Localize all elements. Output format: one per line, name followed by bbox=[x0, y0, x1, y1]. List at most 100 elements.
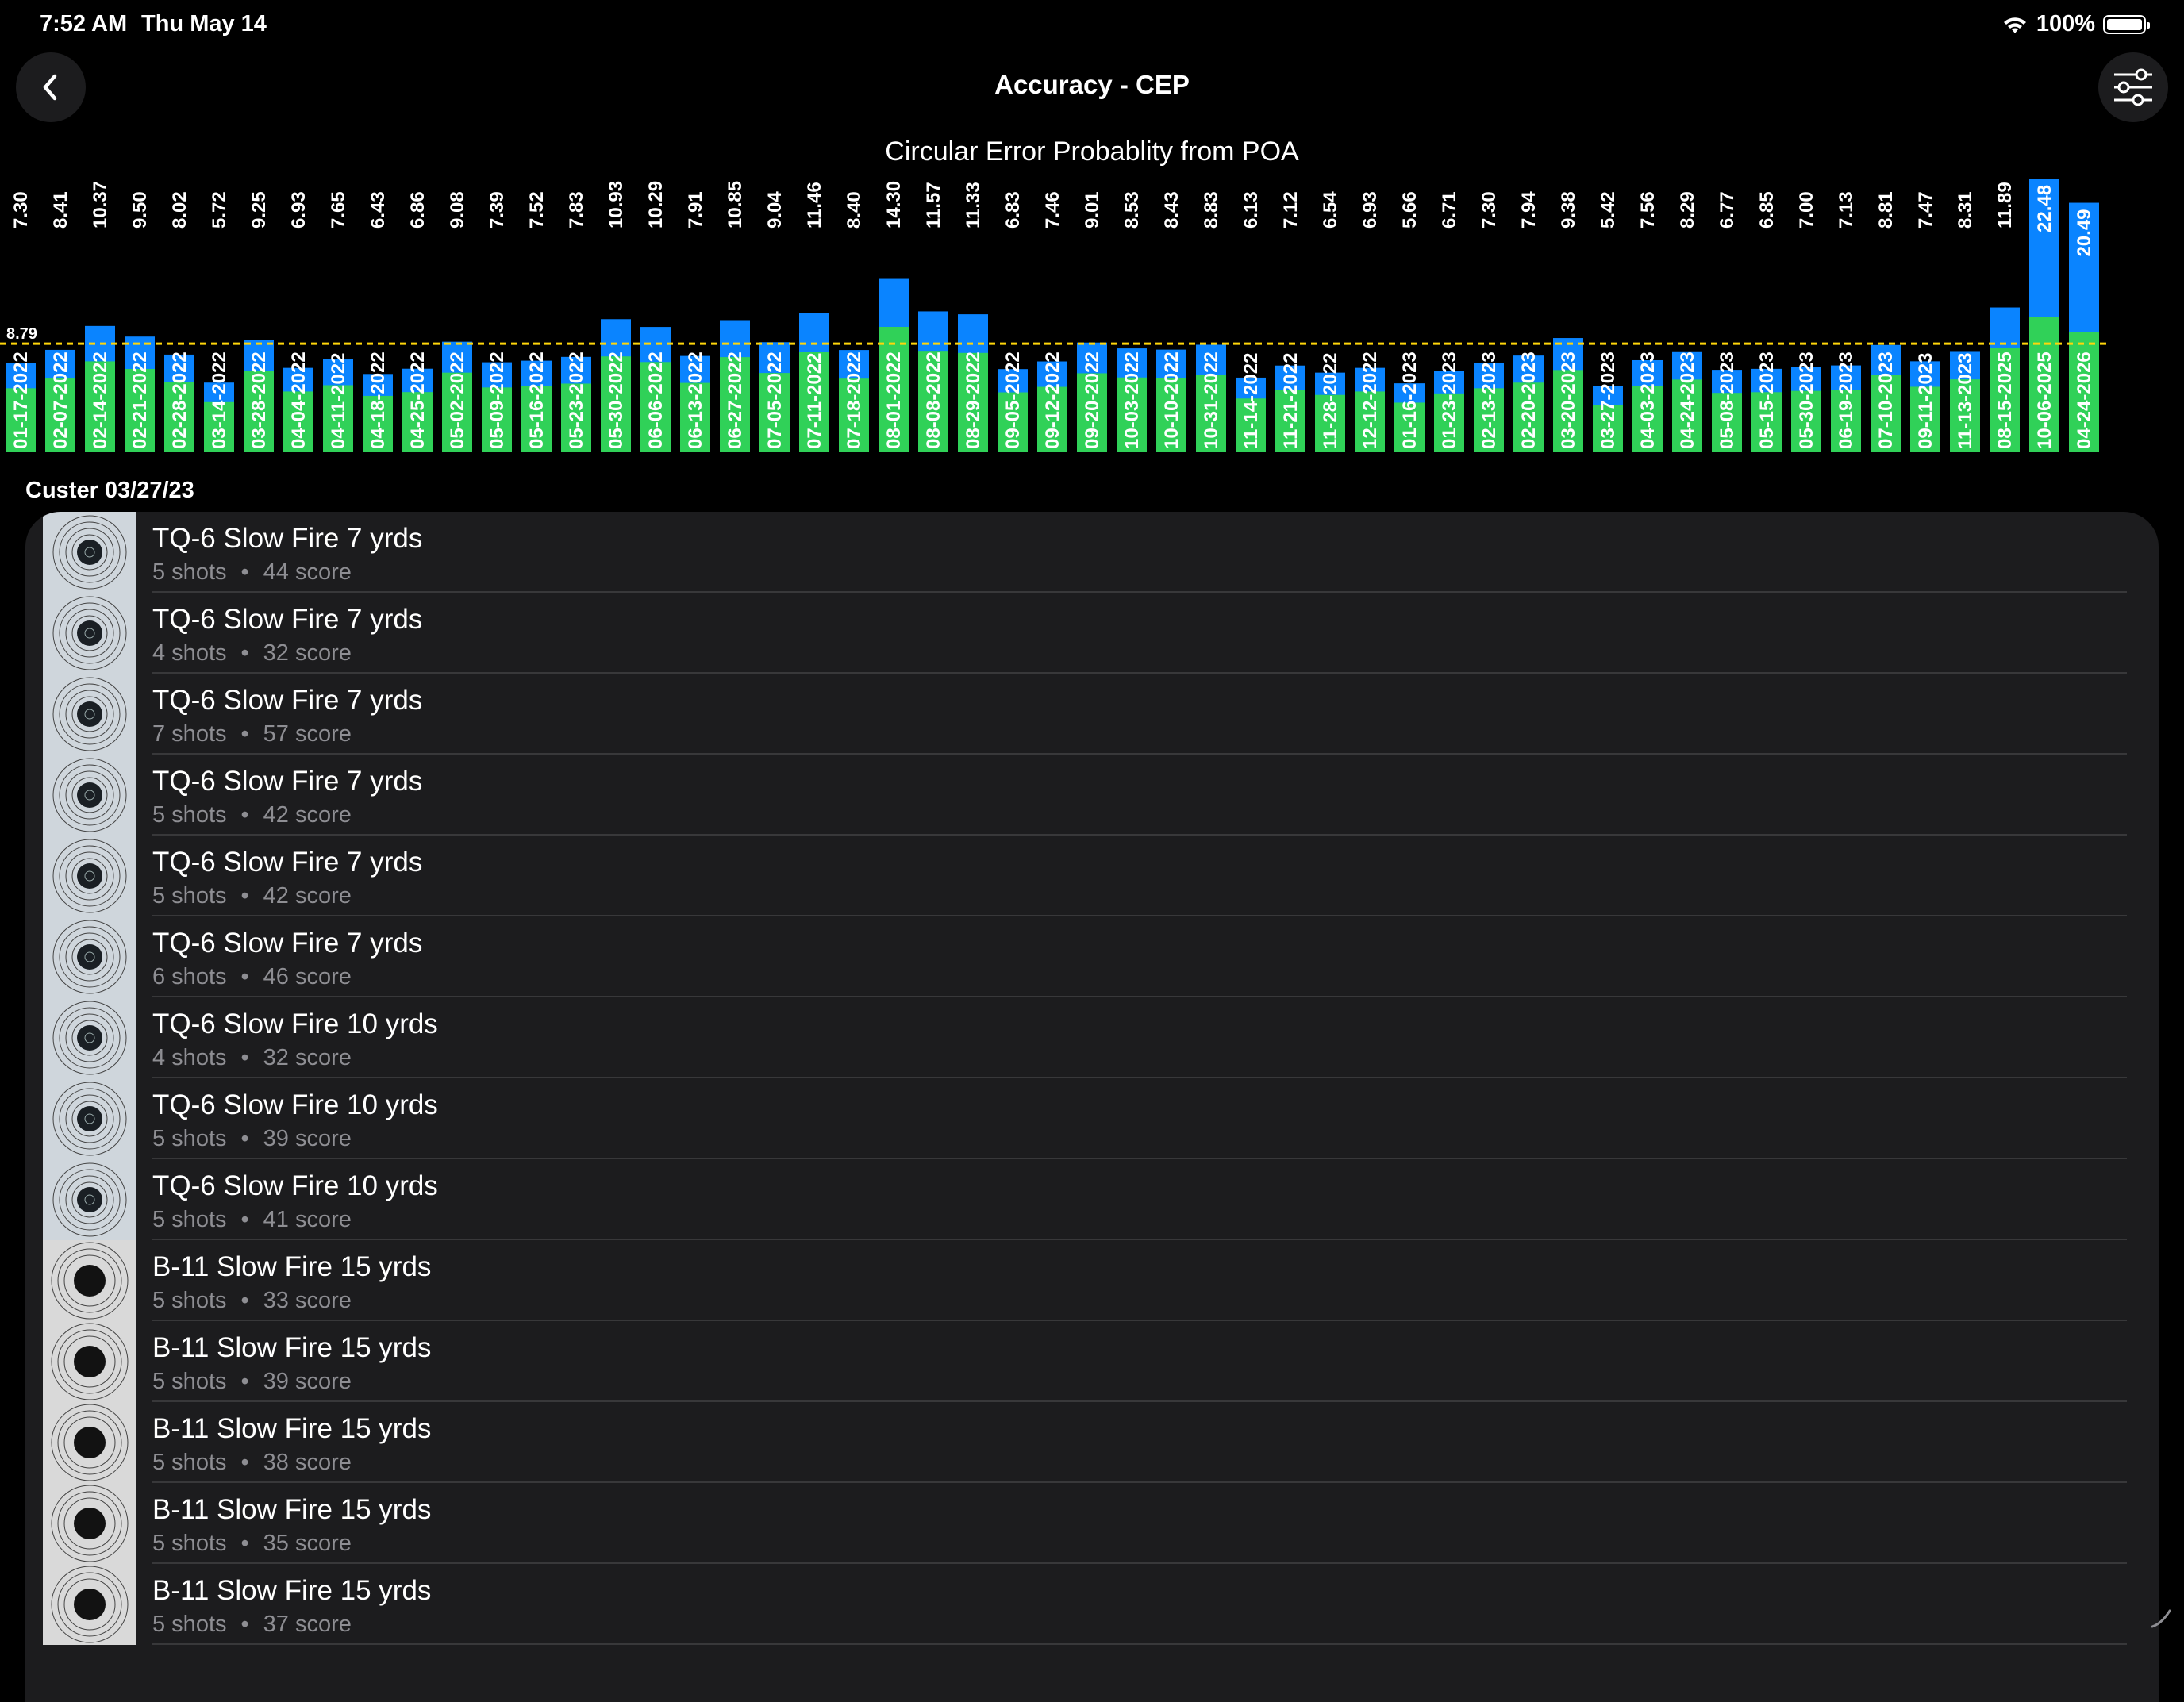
x-tick-label: 05-09-2022 bbox=[486, 352, 508, 449]
data-label: 7.39 bbox=[486, 191, 508, 229]
scroll-indicator-icon bbox=[2151, 1609, 2171, 1628]
shot-count: 4 shots bbox=[152, 640, 227, 666]
chart-bar-group[interactable]: 08-01-2022 14.30 bbox=[879, 181, 909, 452]
chart-bar-group[interactable]: 01-17-2022 7.30 bbox=[6, 191, 36, 452]
chart-bar-group[interactable]: 05-16-2022 7.52 bbox=[521, 191, 552, 452]
chart-bar-group[interactable]: 11-28-2022 6.54 bbox=[1315, 191, 1345, 452]
data-label: 6.85 bbox=[1756, 191, 1778, 229]
chart-bar-group[interactable]: 02-07-2022 8.41 bbox=[45, 191, 75, 452]
x-tick-label: 04-24-2023 bbox=[1677, 352, 1698, 449]
score: 42 score bbox=[263, 802, 352, 828]
chart-bar-group[interactable]: 04-24-2026 20.49 bbox=[2069, 202, 2099, 453]
chart-bar-group[interactable]: 05-02-2022 9.08 bbox=[442, 191, 472, 452]
chart-bar-group[interactable]: 07-18-2022 8.40 bbox=[839, 191, 869, 452]
list-item[interactable]: TQ-6 Slow Fire 7 yrds 5 shots • 42 score bbox=[25, 755, 2159, 836]
list-item[interactable]: TQ-6 Slow Fire 7 yrds 6 shots • 46 score bbox=[25, 916, 2159, 997]
list-item[interactable]: TQ-6 Slow Fire 7 yrds 5 shots • 44 score bbox=[25, 512, 2159, 593]
x-tick-label: 06-06-2022 bbox=[645, 352, 667, 449]
score: 39 score bbox=[263, 1369, 352, 1394]
chart-bar-group[interactable]: 09-05-2022 6.83 bbox=[998, 191, 1028, 452]
list-item[interactable]: TQ-6 Slow Fire 10 yrds 5 shots • 39 score bbox=[25, 1078, 2159, 1159]
list-item[interactable]: TQ-6 Slow Fire 10 yrds 5 shots • 41 score bbox=[25, 1159, 2159, 1240]
chart-bar-group[interactable]: 05-30-2022 10.93 bbox=[601, 181, 631, 452]
chart-bar-group[interactable]: 09-12-2022 7.46 bbox=[1037, 191, 1067, 452]
list-item[interactable]: TQ-6 Slow Fire 7 yrds 5 shots • 42 score bbox=[25, 836, 2159, 916]
list-item[interactable]: B-11 Slow Fire 15 yrds 5 shots • 33 score bbox=[25, 1240, 2159, 1321]
data-label: 7.00 bbox=[1796, 191, 1817, 229]
chart-bar-group[interactable]: 06-19-2023 7.13 bbox=[1831, 191, 1861, 452]
data-label: 7.94 bbox=[1518, 191, 1540, 229]
shot-count: 5 shots bbox=[152, 559, 227, 585]
chart-bar-group[interactable]: 08-29-2022 11.33 bbox=[958, 182, 988, 452]
separator-dot: • bbox=[240, 883, 249, 909]
chart-bar-group[interactable]: 03-14-2022 5.72 bbox=[204, 191, 234, 452]
x-tick-label: 10-06-2025 bbox=[2034, 352, 2055, 449]
data-label: 7.65 bbox=[328, 191, 349, 229]
filter-button[interactable] bbox=[2098, 52, 2168, 122]
target-icon bbox=[43, 1564, 136, 1645]
chart-bar-group[interactable]: 04-24-2023 8.29 bbox=[1672, 191, 1702, 452]
shot-count: 5 shots bbox=[152, 1207, 227, 1232]
list-item[interactable]: TQ-6 Slow Fire 7 yrds 4 shots • 32 score bbox=[25, 593, 2159, 674]
chart-bar-group[interactable]: 09-20-2022 9.01 bbox=[1077, 191, 1107, 452]
chart-bar-group[interactable]: 05-09-2022 7.39 bbox=[482, 191, 512, 452]
chart-bar-group[interactable]: 07-05-2022 9.04 bbox=[759, 191, 790, 452]
chart-bar-group[interactable]: 06-27-2022 10.85 bbox=[720, 181, 750, 452]
chart-bar-group[interactable]: 01-16-2023 5.66 bbox=[1394, 191, 1425, 452]
data-label: 8.31 bbox=[1955, 191, 1976, 229]
chart-bar-group[interactable]: 12-12-2022 6.93 bbox=[1355, 191, 1385, 452]
shot-count: 5 shots bbox=[152, 1369, 227, 1394]
list-item[interactable]: B-11 Slow Fire 15 yrds 5 shots • 35 score bbox=[25, 1483, 2159, 1564]
session-title: B-11 Slow Fire 15 yrds bbox=[152, 1575, 432, 1606]
data-label: 6.93 bbox=[288, 191, 310, 229]
x-tick-label: 02-13-2023 bbox=[1478, 352, 1500, 449]
chart-bar-group[interactable]: 08-08-2022 11.57 bbox=[918, 182, 948, 452]
session-details: 5 shots • 33 score bbox=[152, 1288, 352, 1314]
chart-bar-group[interactable]: 10-10-2022 8.43 bbox=[1156, 191, 1186, 452]
x-tick-label: 04-03-2023 bbox=[1637, 352, 1659, 449]
chart-bar-group[interactable]: 01-23-2023 6.71 bbox=[1434, 191, 1464, 452]
list-item[interactable]: B-11 Slow Fire 15 yrds 5 shots • 39 score bbox=[25, 1321, 2159, 1402]
chart-bar-group[interactable]: 04-25-2022 6.86 bbox=[402, 191, 433, 452]
chart-bar-group[interactable]: 02-28-2022 8.02 bbox=[164, 191, 194, 452]
chart-bar-group[interactable]: 04-04-2022 6.93 bbox=[283, 191, 313, 452]
chart-bar-group[interactable]: 07-11-2022 11.46 bbox=[799, 182, 829, 452]
page-title: Accuracy - CEP bbox=[994, 70, 1190, 99]
chart-bar-group[interactable]: 11-14-2022 6.13 bbox=[1236, 191, 1266, 452]
chart-bar-group[interactable]: 06-06-2022 10.29 bbox=[640, 181, 671, 452]
x-tick-label: 05-30-2023 bbox=[1796, 352, 1817, 449]
session-title: B-11 Slow Fire 15 yrds bbox=[152, 1332, 432, 1363]
chart-bar-group[interactable]: 10-03-2022 8.53 bbox=[1117, 191, 1147, 452]
chart-bar-group[interactable]: 02-14-2022 10.37 bbox=[85, 181, 115, 452]
separator-dot: • bbox=[240, 1288, 249, 1313]
chart-bar-group[interactable]: 03-28-2022 9.25 bbox=[244, 191, 274, 452]
chart-bar-group[interactable]: 05-08-2023 6.77 bbox=[1712, 191, 1742, 452]
chart-bar-group[interactable]: 11-13-2023 8.31 bbox=[1950, 191, 1980, 452]
chart-bar-group[interactable]: 06-13-2022 7.91 bbox=[680, 191, 710, 452]
chart-bar-group[interactable]: 10-31-2022 8.83 bbox=[1196, 191, 1226, 452]
chart-bar-group[interactable]: 10-06-2025 22.48 bbox=[2029, 179, 2059, 452]
chart-bar-group[interactable]: 02-21-2022 9.50 bbox=[125, 191, 155, 452]
chart-bar-group[interactable]: 05-23-2022 7.83 bbox=[561, 191, 591, 452]
session-title: TQ-6 Slow Fire 7 yrds bbox=[152, 685, 423, 716]
chart-bar-group[interactable]: 08-15-2025 11.89 bbox=[1990, 182, 2020, 452]
chart-bar-group[interactable]: 04-11-2022 7.65 bbox=[323, 191, 353, 452]
chart-bar-group[interactable]: 05-15-2023 6.85 bbox=[1751, 191, 1782, 452]
chart-bar-group[interactable]: 04-18-2022 6.43 bbox=[363, 191, 393, 452]
chart-bar-group[interactable]: 03-20-2023 9.38 bbox=[1553, 191, 1583, 452]
list-item[interactable]: TQ-6 Slow Fire 10 yrds 4 shots • 32 score bbox=[25, 997, 2159, 1078]
chart-bar-group[interactable]: 11-21-2022 7.12 bbox=[1275, 191, 1305, 452]
list-item[interactable]: TQ-6 Slow Fire 7 yrds 7 shots • 57 score bbox=[25, 674, 2159, 755]
chart-bar-group[interactable]: 09-11-2023 7.47 bbox=[1910, 191, 1940, 452]
chart-bar-group[interactable]: 04-03-2023 7.56 bbox=[1632, 191, 1663, 452]
chart-bar-group[interactable]: 03-27-2023 5.42 bbox=[1593, 191, 1623, 452]
x-tick-label: 05-30-2022 bbox=[606, 352, 627, 449]
chart-bar-group[interactable]: 02-20-2023 7.94 bbox=[1513, 191, 1544, 452]
session-details: 5 shots • 38 score bbox=[152, 1450, 352, 1476]
session-title: TQ-6 Slow Fire 7 yrds bbox=[152, 847, 423, 878]
chart-bar-group[interactable]: 07-10-2023 8.81 bbox=[1871, 191, 1901, 452]
list-item[interactable]: B-11 Slow Fire 15 yrds 5 shots • 37 score bbox=[25, 1564, 2159, 1645]
chart-bar-group[interactable]: 02-13-2023 7.30 bbox=[1474, 191, 1504, 452]
list-item[interactable]: B-11 Slow Fire 15 yrds 5 shots • 38 score bbox=[25, 1402, 2159, 1483]
chart-bar-group[interactable]: 05-30-2023 7.00 bbox=[1791, 191, 1821, 452]
